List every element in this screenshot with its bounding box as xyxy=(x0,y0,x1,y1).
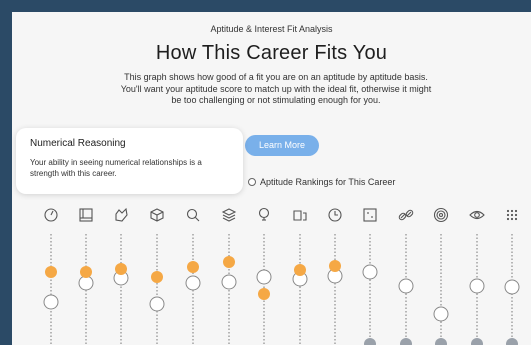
speaker-icon[interactable] xyxy=(293,210,307,221)
chart-icon[interactable] xyxy=(363,208,377,222)
aptitude-column-10[interactable] xyxy=(362,208,378,345)
aptitude-column-3[interactable] xyxy=(113,207,129,345)
ideal-fit-marker[interactable] xyxy=(433,306,449,322)
ideal-fit-marker[interactable] xyxy=(43,294,59,310)
tooltip-body: Your ability in seeing numerical relatio… xyxy=(30,158,202,178)
ideal-fit-marker[interactable] xyxy=(221,274,237,290)
hand-icon[interactable] xyxy=(115,207,128,222)
aptitude-tooltip: Numerical Reasoning Your ability in seei… xyxy=(16,128,243,194)
your-score-marker[interactable] xyxy=(329,260,341,272)
ideal-fit-marker[interactable] xyxy=(398,278,414,294)
aptitude-column-1[interactable] xyxy=(43,208,59,345)
aptitude-column-7[interactable] xyxy=(256,207,272,345)
tooltip-title: Numerical Reasoning xyxy=(30,138,126,149)
gauge-icon[interactable] xyxy=(44,208,58,222)
aptitude-column-6[interactable] xyxy=(221,208,237,345)
link-icon[interactable] xyxy=(398,209,414,221)
cube-icon[interactable] xyxy=(150,208,164,222)
career-range-marker xyxy=(435,338,447,345)
your-score-marker[interactable] xyxy=(115,263,127,275)
your-score-marker[interactable] xyxy=(294,264,306,276)
aptitude-column-13[interactable] xyxy=(469,210,485,345)
book-icon[interactable] xyxy=(79,208,93,222)
your-score-marker[interactable] xyxy=(80,266,92,278)
aptitude-column-14[interactable] xyxy=(504,209,520,345)
aptitude-column-2[interactable] xyxy=(78,208,94,345)
your-score-marker[interactable] xyxy=(223,256,235,268)
your-score-marker[interactable] xyxy=(151,271,163,283)
career-range-marker xyxy=(400,338,412,345)
ideal-fit-marker[interactable] xyxy=(504,279,520,295)
your-score-marker[interactable] xyxy=(258,288,270,300)
target-icon[interactable] xyxy=(433,207,449,223)
ideal-fit-marker[interactable] xyxy=(362,264,378,280)
layers-icon[interactable] xyxy=(221,208,237,222)
lightbulb-icon[interactable] xyxy=(258,207,270,221)
ideal-fit-marker[interactable] xyxy=(149,296,165,312)
ideal-fit-marker[interactable] xyxy=(256,269,272,285)
aptitude-column-9[interactable] xyxy=(327,208,343,345)
aptitude-column-4[interactable] xyxy=(149,208,165,345)
aptitude-column-8[interactable] xyxy=(292,210,308,345)
grid-dots-icon[interactable] xyxy=(506,209,518,221)
aptitude-column-5[interactable] xyxy=(185,208,201,345)
ideal-fit-marker[interactable] xyxy=(185,275,201,291)
clock-icon[interactable] xyxy=(328,208,342,222)
ideal-fit-marker[interactable] xyxy=(469,278,485,294)
ideal-fit-marker[interactable] xyxy=(78,275,94,291)
career-range-marker xyxy=(471,338,483,345)
eye-icon[interactable] xyxy=(469,210,485,220)
career-fit-panel: Aptitude & Interest Fit Analysis How Thi… xyxy=(12,12,531,345)
your-score-marker[interactable] xyxy=(45,266,57,278)
top-frame xyxy=(0,0,531,12)
aptitude-column-12[interactable] xyxy=(433,207,449,345)
career-range-marker xyxy=(364,338,376,345)
your-score-marker[interactable] xyxy=(187,261,199,273)
career-range-marker xyxy=(506,338,518,345)
search-icon[interactable] xyxy=(186,208,200,222)
aptitude-column-11[interactable] xyxy=(398,209,414,345)
